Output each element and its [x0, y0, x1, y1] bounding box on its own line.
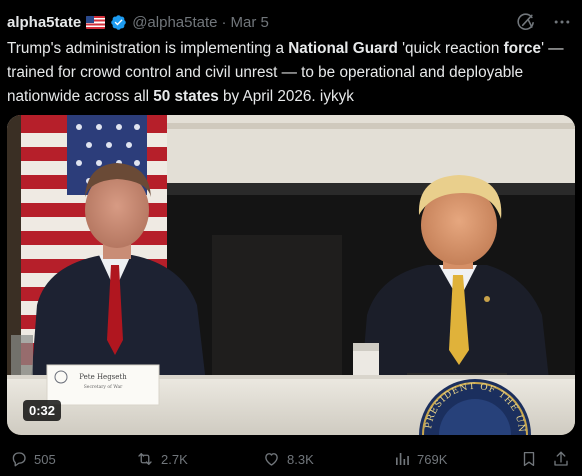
share-icon: [554, 451, 568, 466]
views-icon: [396, 453, 409, 465]
header-actions: [516, 12, 572, 32]
tweet-text-bold-segment: force: [503, 40, 542, 57]
separator-dot: ·: [221, 13, 227, 31]
heart-icon: [265, 453, 278, 466]
reply-button[interactable]: 505: [10, 450, 56, 468]
repost-count: 2.7K: [161, 451, 188, 467]
more-icon[interactable]: [552, 12, 572, 32]
verified-badge-icon[interactable]: [110, 14, 127, 31]
repost-button[interactable]: 2.7K: [135, 450, 188, 468]
tweet-text-segment: 'quick reaction: [397, 40, 504, 57]
tweet-text-bold-segment: 50 states: [153, 88, 219, 105]
bookmark-icon: [523, 451, 535, 467]
video-thumbnail: Pete Hegseth Secretary of War PRESIDENT …: [7, 115, 575, 435]
post-date[interactable]: Mar 5: [231, 14, 269, 31]
tweet-text-segment: Trump's administration is implementing a: [7, 40, 289, 57]
nameplate-title: Secretary of War: [84, 384, 123, 390]
tweet-actions: 505 2.7K 8.3K 769K: [0, 450, 582, 474]
reply-count: 505: [34, 451, 56, 467]
tweet-text: Trump's administration is implementing a…: [7, 37, 577, 109]
us-flag-emoji-icon: [86, 15, 106, 29]
author-display-name[interactable]: alpha5tate: [7, 14, 81, 31]
share-button[interactable]: [552, 450, 570, 468]
video-player[interactable]: Pete Hegseth Secretary of War PRESIDENT …: [7, 115, 575, 435]
reply-icon: [12, 452, 26, 467]
author-handle[interactable]: @alpha5tate: [132, 14, 217, 31]
views-count: 769K: [417, 451, 448, 467]
video-duration-badge: 0:32: [23, 400, 62, 421]
bookmark-button[interactable]: [520, 450, 538, 468]
tweet-header: alpha5tate @alpha5tate · Mar 5: [7, 12, 269, 32]
tweet-text-bold-segment: National Guard: [288, 40, 398, 57]
like-button[interactable]: 8.3K: [262, 450, 314, 468]
repost-icon: [138, 453, 152, 465]
tweet-text-segment: by April 2026. iykyk: [218, 88, 354, 105]
nameplate-name: Pete Hegseth: [79, 373, 127, 381]
like-count: 8.3K: [287, 451, 314, 467]
grok-icon[interactable]: [516, 12, 536, 32]
views-button[interactable]: 769K: [393, 450, 447, 468]
